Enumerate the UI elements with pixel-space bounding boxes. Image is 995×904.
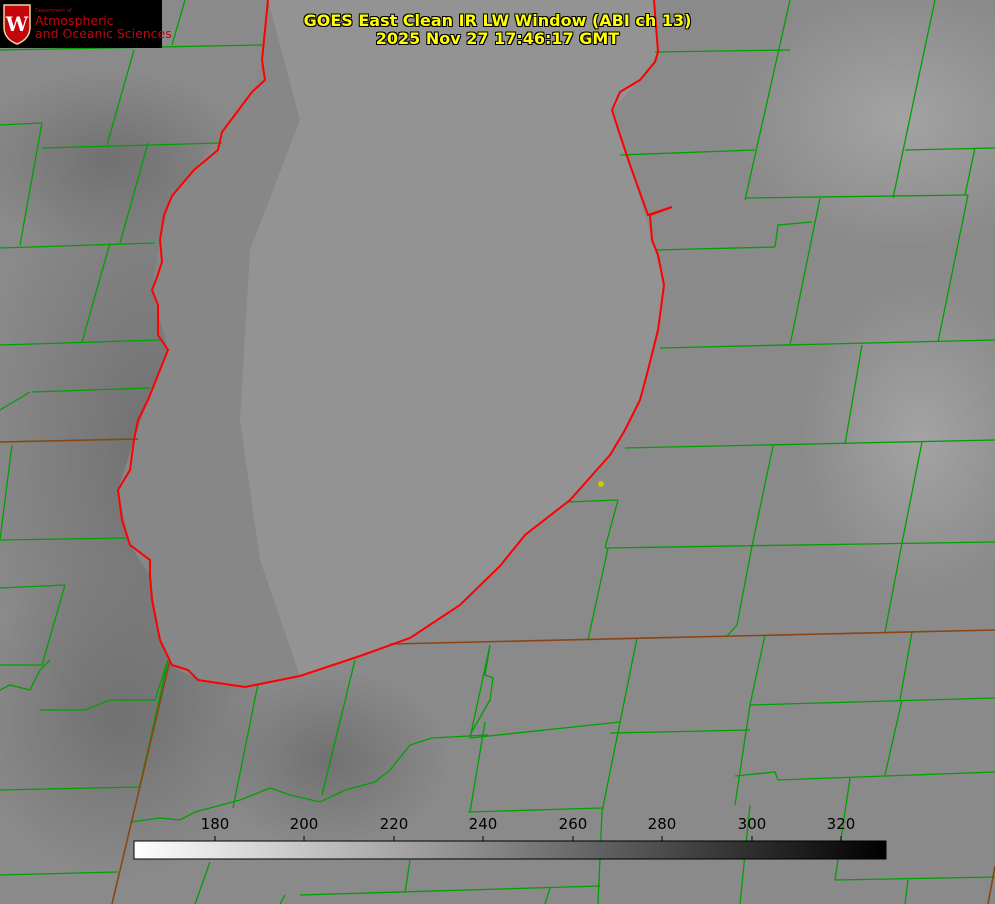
colorbar-tick-label: 180: [200, 815, 230, 833]
colorbar-tick-label: 300: [737, 815, 767, 833]
colorbar-tick-label: 200: [289, 815, 319, 833]
colorbar-tick-label: 320: [826, 815, 856, 833]
satellite-map: [0, 0, 995, 904]
colorbar-tick-label: 280: [647, 815, 677, 833]
colorbar-tick-label: 220: [379, 815, 409, 833]
colorbar: [133, 840, 887, 860]
colorbar-tick-label: 260: [558, 815, 588, 833]
image-timestamp: 2025 Nov 27 17:46:17 GMT: [375, 29, 620, 48]
site-marker: [598, 481, 604, 487]
image-title: GOES East Clean IR LW Window (ABI ch 13): [303, 11, 692, 30]
colorbar-tick-label: 240: [468, 815, 498, 833]
